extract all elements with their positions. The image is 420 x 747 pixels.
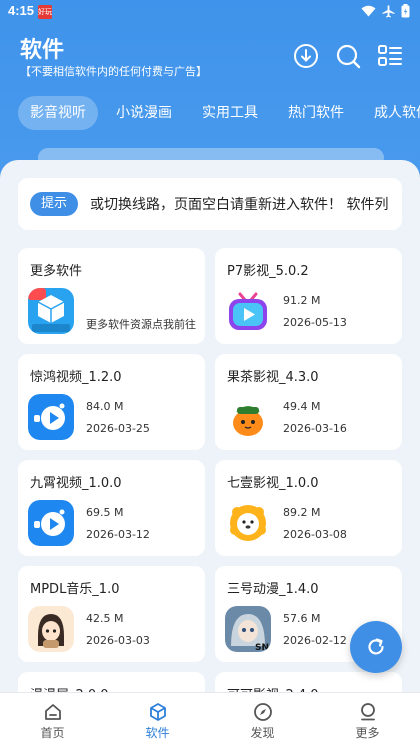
cube-icon	[149, 703, 166, 721]
app-date: 2026-05-13	[283, 316, 347, 329]
app-card[interactable]: 果茶影视_4.3.0 49.4 M 2026-03-16	[215, 354, 402, 450]
app-name: MPDL音乐_1.0	[30, 582, 120, 597]
orange-icon	[225, 394, 271, 440]
video-play-icon	[28, 394, 74, 440]
box-app-icon	[28, 288, 74, 334]
app-card[interactable]: MPDL音乐_1.0 42.5 M 2026-03-03	[18, 566, 205, 662]
svg-text:SN: SN	[255, 643, 269, 652]
lion-icon	[225, 500, 271, 546]
compass-icon	[253, 703, 272, 721]
tv-play-icon	[225, 288, 271, 334]
nav-software[interactable]: 软件	[105, 693, 210, 747]
app-description: 更多软件资源点我前往	[86, 318, 196, 331]
content-panel: 提示 或切换线路，页面空白请重新进入软件！ 软件列 更多软件 更多软件资源点我前…	[0, 160, 420, 700]
app-card[interactable]: 九霄视频_1.0.0 69.5 M 2026-03-12	[18, 460, 205, 556]
nav-more-label: 更多	[355, 726, 380, 740]
app-name: P7影视_5.0.2	[227, 264, 309, 279]
app-date: 2026-03-08	[283, 528, 347, 541]
anime-girl-icon	[28, 606, 74, 652]
app-date: 2026-03-03	[86, 634, 150, 647]
app-name: 九霄视频_1.0.0	[30, 476, 122, 491]
tab-popular[interactable]: 热门软件	[276, 96, 356, 130]
tab-tools[interactable]: 实用工具	[190, 96, 270, 130]
menu-button[interactable]	[376, 42, 404, 70]
app-size: 69.5 M	[86, 506, 124, 519]
notification-app-icon: 好玩	[38, 5, 52, 19]
page-title: 软件	[20, 38, 65, 63]
app-card[interactable]: 惊鸿视频_1.2.0 84.0 M 2026-03-25	[18, 354, 205, 450]
app-name: 七壹影视_1.0.0	[227, 476, 319, 491]
notice-text: 或切换线路，页面空白请重新进入软件！ 软件列	[90, 197, 389, 213]
refresh-button[interactable]	[350, 621, 402, 673]
app-size: 84.0 M	[86, 400, 124, 413]
app-size: 57.6 M	[283, 612, 321, 625]
tab-video[interactable]: 影音视听	[18, 96, 98, 130]
tab-novel-comic[interactable]: 小说漫画	[104, 96, 184, 130]
category-tabs: 影音视听 小说漫画 实用工具 热门软件 成人软件 成人	[18, 96, 420, 130]
app-date: 2026-02-12	[283, 634, 347, 647]
search-button[interactable]	[334, 42, 362, 70]
nav-more[interactable]: 更多	[315, 693, 420, 747]
app-date: 2026-03-16	[283, 422, 347, 435]
download-icon	[294, 44, 318, 68]
app-name: 三号动漫_1.4.0	[227, 582, 319, 597]
refresh-icon	[368, 638, 384, 655]
status-time: 4:15	[8, 3, 35, 18]
nav-home[interactable]: 首页	[0, 693, 105, 747]
app-name: 更多软件	[30, 264, 83, 279]
wifi-icon	[361, 5, 376, 17]
top-actions	[292, 42, 404, 70]
app-size: 49.4 M	[283, 400, 321, 413]
app-date: 2026-03-25	[86, 422, 150, 435]
page-subtitle: 【不要相信软件内的任何付费与广告】	[20, 65, 207, 78]
nav-discover-label: 发现	[250, 726, 275, 740]
home-icon	[44, 704, 61, 720]
app-card-more[interactable]: 更多软件 更多软件资源点我前往	[18, 248, 205, 344]
airplane-icon	[382, 5, 395, 17]
tab-adult-software[interactable]: 成人软件	[362, 96, 420, 130]
video-play-icon	[28, 500, 74, 546]
person-icon	[360, 703, 375, 721]
nav-home-label: 首页	[40, 726, 65, 740]
nav-software-label: 软件	[145, 726, 170, 740]
app-name: 果茶影视_4.3.0	[227, 370, 319, 385]
list-menu-icon	[378, 45, 402, 66]
app-card[interactable]: P7影视_5.0.2 91.2 M 2026-05-13	[215, 248, 402, 344]
app-size: 42.5 M	[86, 612, 124, 625]
app-date: 2026-03-12	[86, 528, 150, 541]
notice-bar: 提示 或切换线路，页面空白请重新进入软件！ 软件列	[18, 178, 402, 230]
search-icon	[336, 44, 361, 69]
battery-icon	[401, 4, 410, 18]
app-size: 89.2 M	[283, 506, 321, 519]
anime-portrait-icon: SN	[225, 606, 271, 652]
app-size: 91.2 M	[283, 294, 321, 307]
status-icons	[361, 4, 410, 18]
nav-discover[interactable]: 发现	[210, 693, 315, 747]
bottom-nav: 首页 软件 发现 更多	[0, 692, 420, 747]
app-name: 惊鸿视频_1.2.0	[30, 370, 122, 385]
status-bar: 4:15 好玩	[0, 0, 420, 24]
notice-badge: 提示	[30, 192, 78, 216]
download-button[interactable]	[292, 42, 320, 70]
app-card[interactable]: 七壹影视_1.0.0 89.2 M 2026-03-08	[215, 460, 402, 556]
